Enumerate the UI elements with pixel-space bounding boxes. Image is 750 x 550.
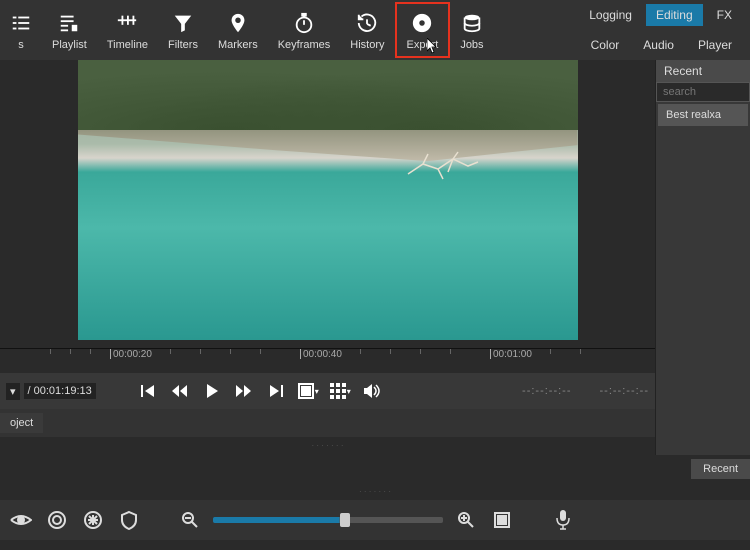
asterisk-icon[interactable] (80, 507, 106, 533)
recent-item[interactable]: Best realxa (658, 104, 748, 126)
top-toolbar: s Playlist Timeline Filters Markers Keyf… (0, 0, 750, 60)
zoom-out-icon[interactable] (177, 507, 203, 533)
main-toolbar: s Playlist Timeline Filters Markers Keyf… (0, 0, 494, 60)
rewind-button[interactable] (166, 377, 194, 405)
target-icon[interactable] (44, 507, 70, 533)
main-area: 00:00:20 00:00:40 00:01:00 ▾ / 00:01:19:… (0, 60, 750, 455)
history-icon (356, 9, 378, 37)
frame-indicator[interactable]: ▾ (6, 383, 20, 400)
skip-start-button[interactable] (134, 377, 162, 405)
volume-button[interactable] (358, 377, 386, 405)
mode-tabs: Logging Editing FX Color Audio Player (571, 0, 750, 60)
toolbar-s-button[interactable]: s (0, 2, 42, 58)
zoom-fit-button[interactable]: ▾ (294, 377, 322, 405)
drag-handle[interactable]: · · · · · · · (0, 437, 655, 454)
zoom-slider[interactable] (213, 517, 443, 523)
drag-handle-2[interactable]: · · · · · · · (0, 483, 750, 500)
timeline-icon (116, 9, 138, 37)
tab-logging[interactable]: Logging (579, 4, 642, 26)
filters-button[interactable]: Filters (158, 2, 208, 58)
bottom-toolbar (0, 500, 750, 540)
stack-icon (461, 9, 483, 37)
markers-button[interactable]: Markers (208, 2, 268, 58)
skip-end-button[interactable] (262, 377, 290, 405)
keyframes-button[interactable]: Keyframes (268, 2, 341, 58)
video-preview[interactable] (78, 60, 578, 340)
funnel-icon (172, 9, 194, 37)
recent-panel-header: Recent (656, 60, 750, 82)
playlist-icon (58, 9, 80, 37)
in-point-display: --:--:--:-- (522, 385, 571, 397)
shield-icon[interactable] (116, 507, 142, 533)
jobs-button[interactable]: Jobs (450, 2, 493, 58)
stopwatch-icon (293, 9, 315, 37)
grid-button[interactable]: ▾ (326, 377, 354, 405)
tab-audio[interactable]: Audio (633, 34, 684, 56)
time-ruler[interactable]: 00:00:20 00:00:40 00:01:00 (0, 348, 655, 373)
tab-player[interactable]: Player (688, 34, 742, 56)
history-button[interactable]: History (340, 2, 394, 58)
fullscreen-icon[interactable] (489, 507, 515, 533)
disc-icon (411, 9, 433, 37)
recent-panel: Recent Best realxa (655, 60, 750, 455)
out-point-display: --:--:--:-- (600, 385, 649, 397)
recent-search-input[interactable] (656, 82, 750, 102)
export-button[interactable]: Export (395, 2, 451, 58)
zoom-thumb[interactable] (340, 513, 350, 527)
footer-row: Recent (0, 455, 750, 483)
transport-controls: ▾ / 00:01:19:13 ▾ ▾ --:--:--:-- --:--:--… (0, 373, 655, 409)
project-tab[interactable]: oject (0, 413, 43, 433)
zoom-in-icon[interactable] (453, 507, 479, 533)
list-icon (10, 9, 32, 37)
cursor-icon (427, 38, 441, 54)
playlist-button[interactable]: Playlist (42, 2, 97, 58)
microphone-icon[interactable] (550, 507, 576, 533)
recent-button[interactable]: Recent (691, 459, 750, 479)
marker-icon (227, 9, 249, 37)
tab-fx[interactable]: FX (707, 4, 742, 26)
center-panel: 00:00:20 00:00:40 00:01:00 ▾ / 00:01:19:… (0, 60, 655, 455)
tab-editing[interactable]: Editing (646, 4, 703, 26)
forward-button[interactable] (230, 377, 258, 405)
visibility-icon[interactable] (8, 507, 34, 533)
timeline-button[interactable]: Timeline (97, 2, 158, 58)
play-button[interactable] (198, 377, 226, 405)
tab-color[interactable]: Color (581, 34, 630, 56)
project-row: oject (0, 409, 655, 437)
timecode-display: / 00:01:19:13 (24, 383, 96, 399)
